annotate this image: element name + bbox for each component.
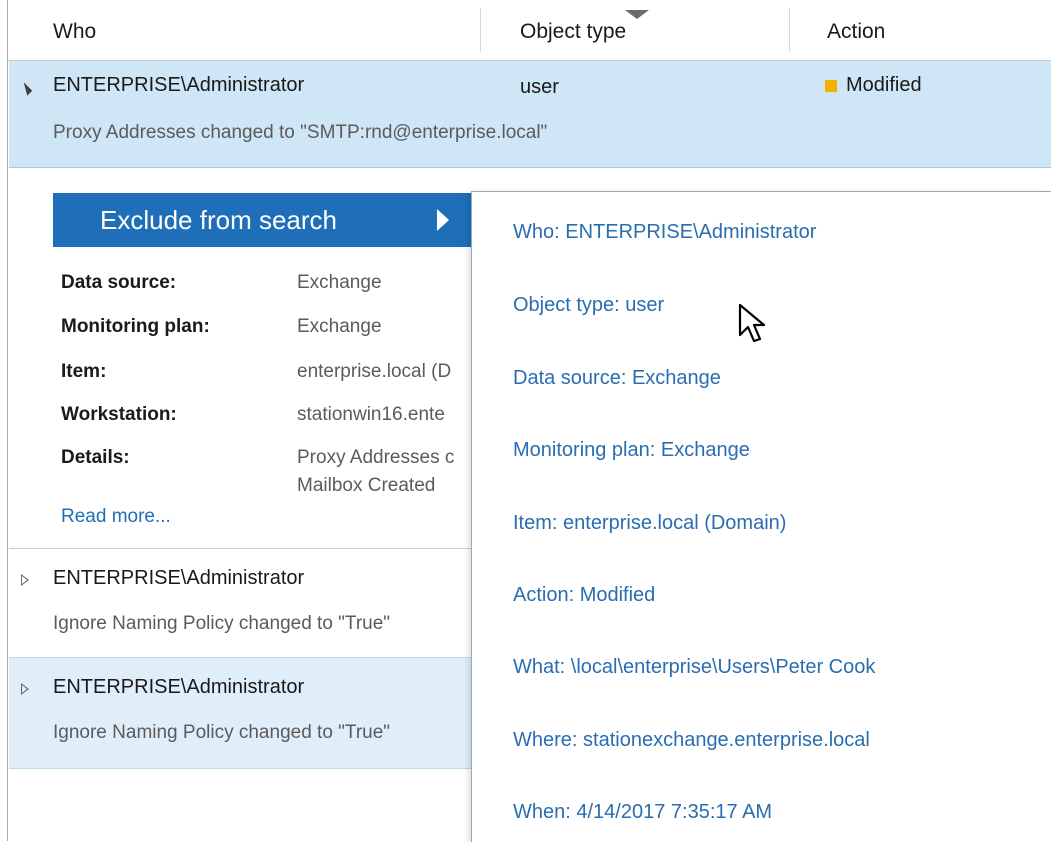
row-object-type: user [520, 76, 559, 98]
grid-header: Who Object type Action [8, 0, 1051, 61]
sort-descending-icon [625, 10, 649, 19]
detail-label-monitoring-plan: Monitoring plan: [61, 316, 210, 337]
column-divider[interactable] [480, 8, 481, 52]
menu-item-monitoring-plan[interactable]: Monitoring plan: Exchange [513, 439, 750, 462]
column-divider[interactable] [789, 8, 790, 52]
mouse-pointer-icon [738, 303, 766, 343]
exclude-from-search-button[interactable]: Exclude from search [53, 193, 473, 247]
expand-triangle-icon[interactable] [21, 683, 29, 695]
row-who: ENTERPRISE\Administrator [53, 567, 305, 589]
detail-label-item: Item: [61, 361, 107, 382]
exclude-button-label: Exclude from search [100, 205, 337, 235]
menu-item-data-source[interactable]: Data source: Exchange [513, 367, 721, 390]
column-header-action[interactable]: Action [827, 0, 885, 60]
menu-item-when[interactable]: When: 4/14/2017 7:35:17 AM [513, 801, 772, 824]
column-header-who[interactable]: Who [53, 0, 96, 60]
menu-item-item[interactable]: Item: enterprise.local (Domain) [513, 512, 786, 535]
detail-value-details-line2: Mailbox Created [297, 475, 436, 496]
modified-status-icon [825, 80, 837, 92]
menu-item-what[interactable]: What: \local\enterprise\Users\Peter Cook [513, 656, 875, 679]
menu-item-object-type[interactable]: Object type: user [513, 294, 664, 317]
menu-item-where[interactable]: Where: stationexchange.enterprise.local [513, 729, 870, 752]
row-who: ENTERPRISE\Administrator [53, 676, 305, 698]
row-summary: Ignore Naming Policy changed to "True" [53, 722, 391, 743]
read-more-link[interactable]: Read more... [61, 506, 171, 528]
detail-value-data-source: Exchange [297, 272, 382, 293]
row-summary: Proxy Addresses changed to "SMTP:rnd@ent… [53, 122, 548, 143]
row-summary: Ignore Naming Policy changed to "True" [53, 613, 391, 634]
row-action: Modified [846, 74, 922, 96]
detail-label-data-source: Data source: [61, 272, 177, 293]
detail-label-details: Details: [61, 447, 130, 468]
expand-triangle-icon[interactable] [21, 574, 29, 586]
detail-value-monitoring-plan: Exchange [297, 316, 382, 337]
detail-label-workstation: Workstation: [61, 404, 177, 425]
row-who: ENTERPRISE\Administrator [53, 74, 305, 96]
submenu-arrow-icon [437, 209, 449, 231]
menu-item-who[interactable]: Who: ENTERPRISE\Administrator [513, 221, 816, 244]
detail-value-item: enterprise.local (D [297, 361, 452, 382]
detail-value-details: Proxy Addresses c [297, 447, 455, 468]
column-header-object-type[interactable]: Object type [520, 0, 626, 60]
exclude-submenu: Who: ENTERPRISE\Administrator Object typ… [471, 191, 1051, 842]
detail-value-workstation: stationwin16.ente [297, 404, 445, 425]
menu-item-action[interactable]: Action: Modified [513, 584, 655, 607]
